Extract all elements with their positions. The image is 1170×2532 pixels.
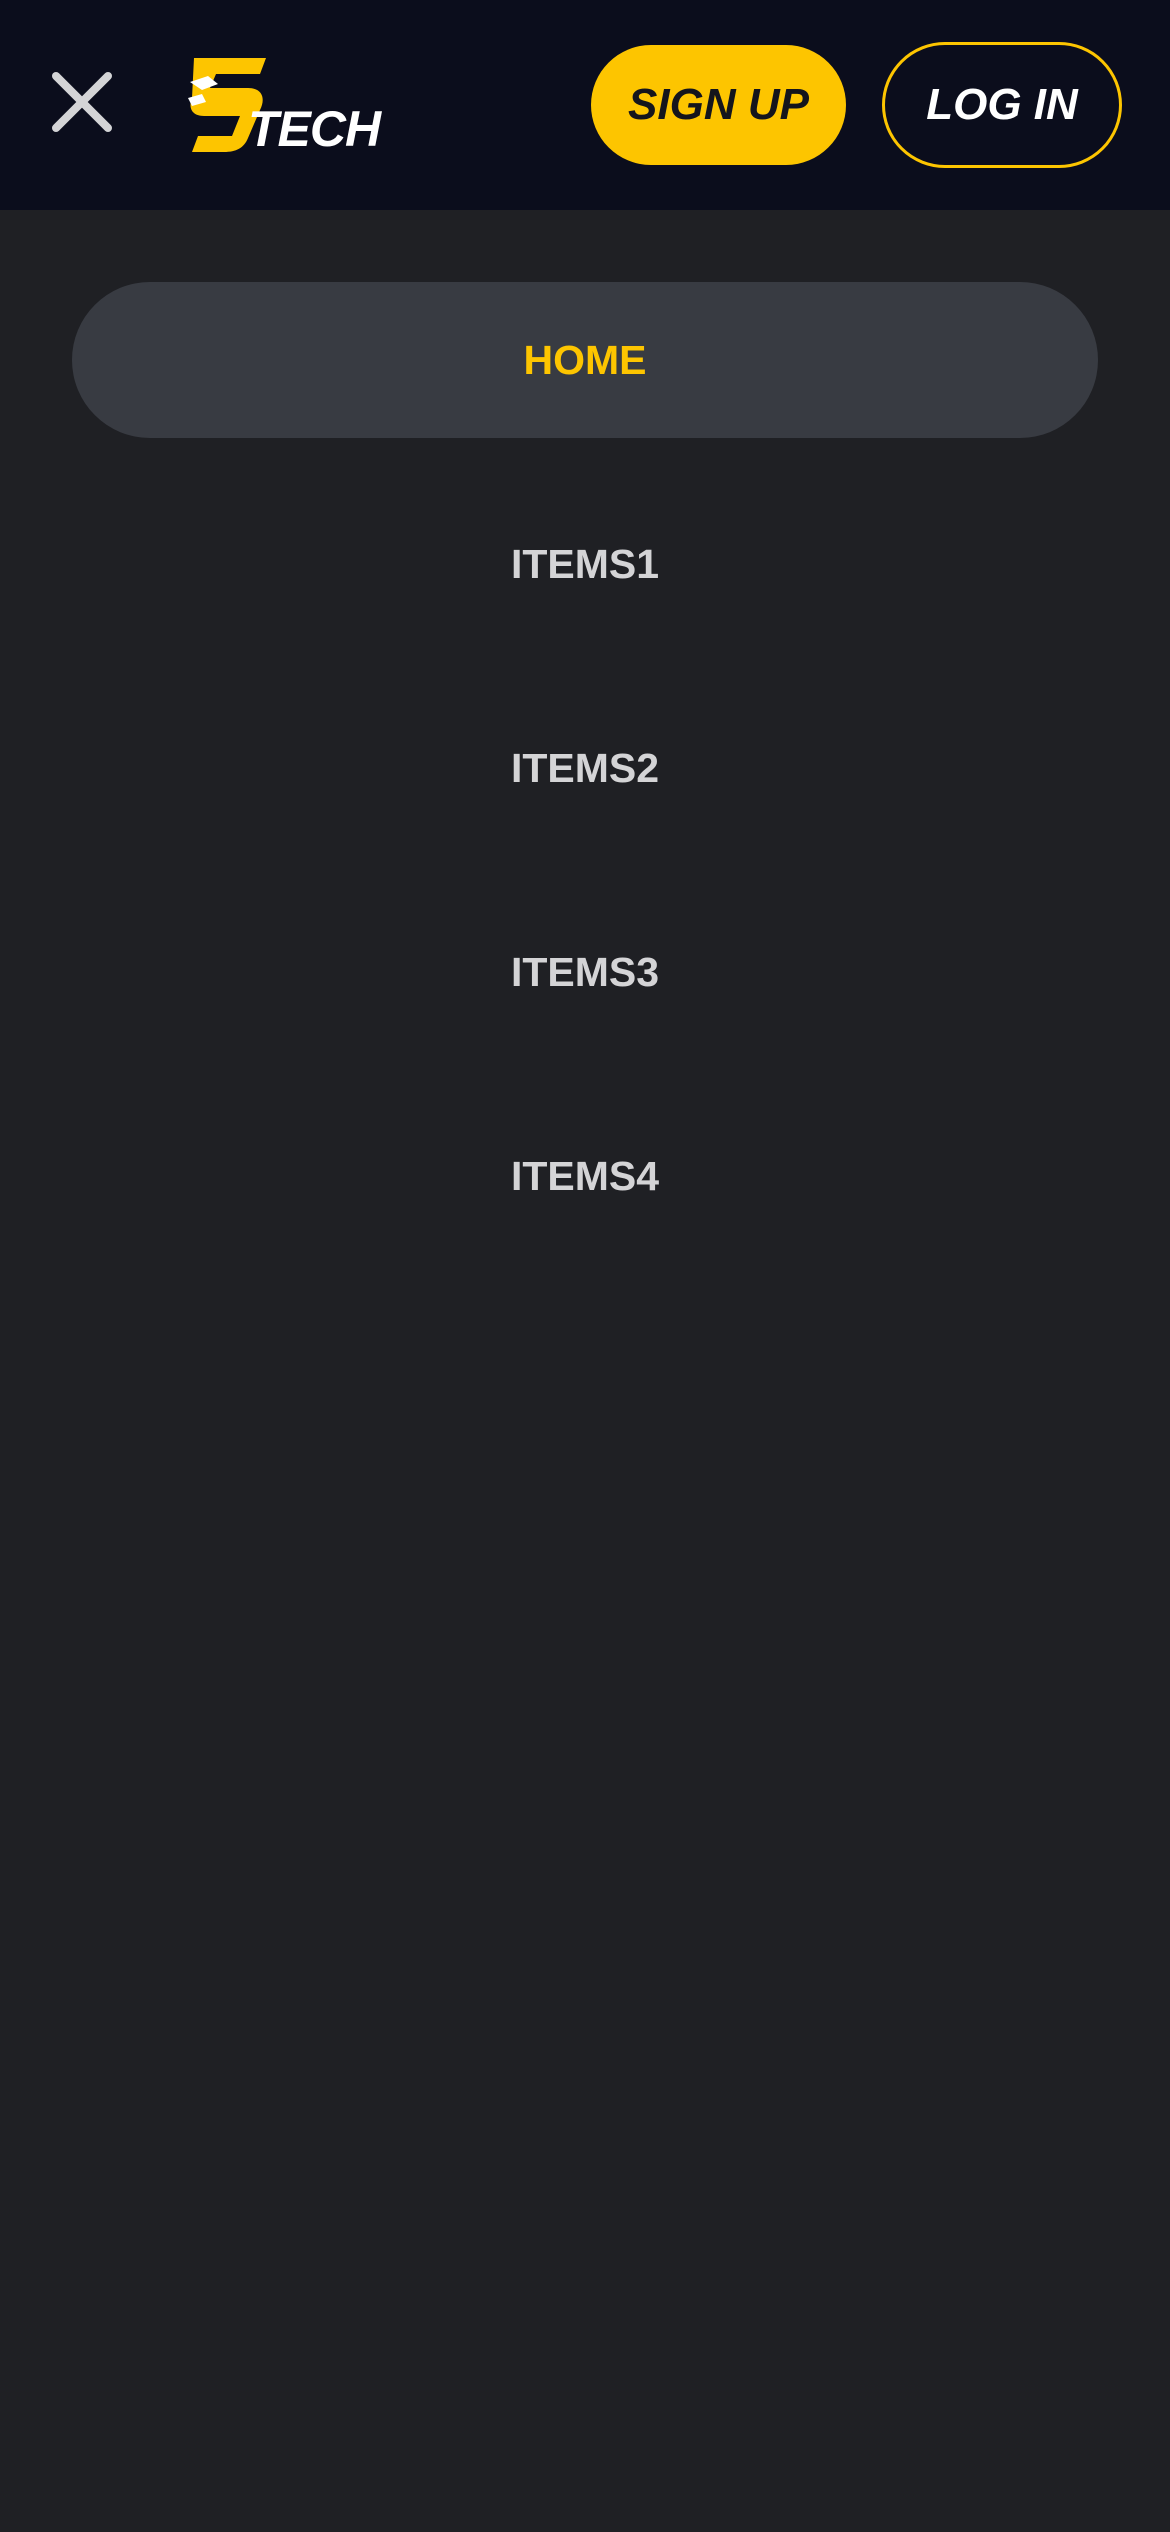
top-bar: TECH SIGN UP LOG IN [0, 0, 1170, 210]
menu-item-home[interactable]: HOME [72, 282, 1098, 438]
close-icon [52, 72, 112, 132]
logo-text: TECH [248, 101, 381, 157]
sign-up-button[interactable]: SIGN UP [591, 45, 846, 165]
brand-logo[interactable]: TECH [188, 54, 381, 158]
menu-item-items3[interactable]: ITEMS3 [72, 894, 1098, 1050]
close-menu-button[interactable] [46, 66, 118, 138]
menu-item-items1[interactable]: ITEMS1 [72, 486, 1098, 642]
menu-item-items2[interactable]: ITEMS2 [72, 690, 1098, 846]
log-in-button[interactable]: LOG IN [882, 42, 1122, 168]
menu-item-items4[interactable]: ITEMS4 [72, 1098, 1098, 1254]
